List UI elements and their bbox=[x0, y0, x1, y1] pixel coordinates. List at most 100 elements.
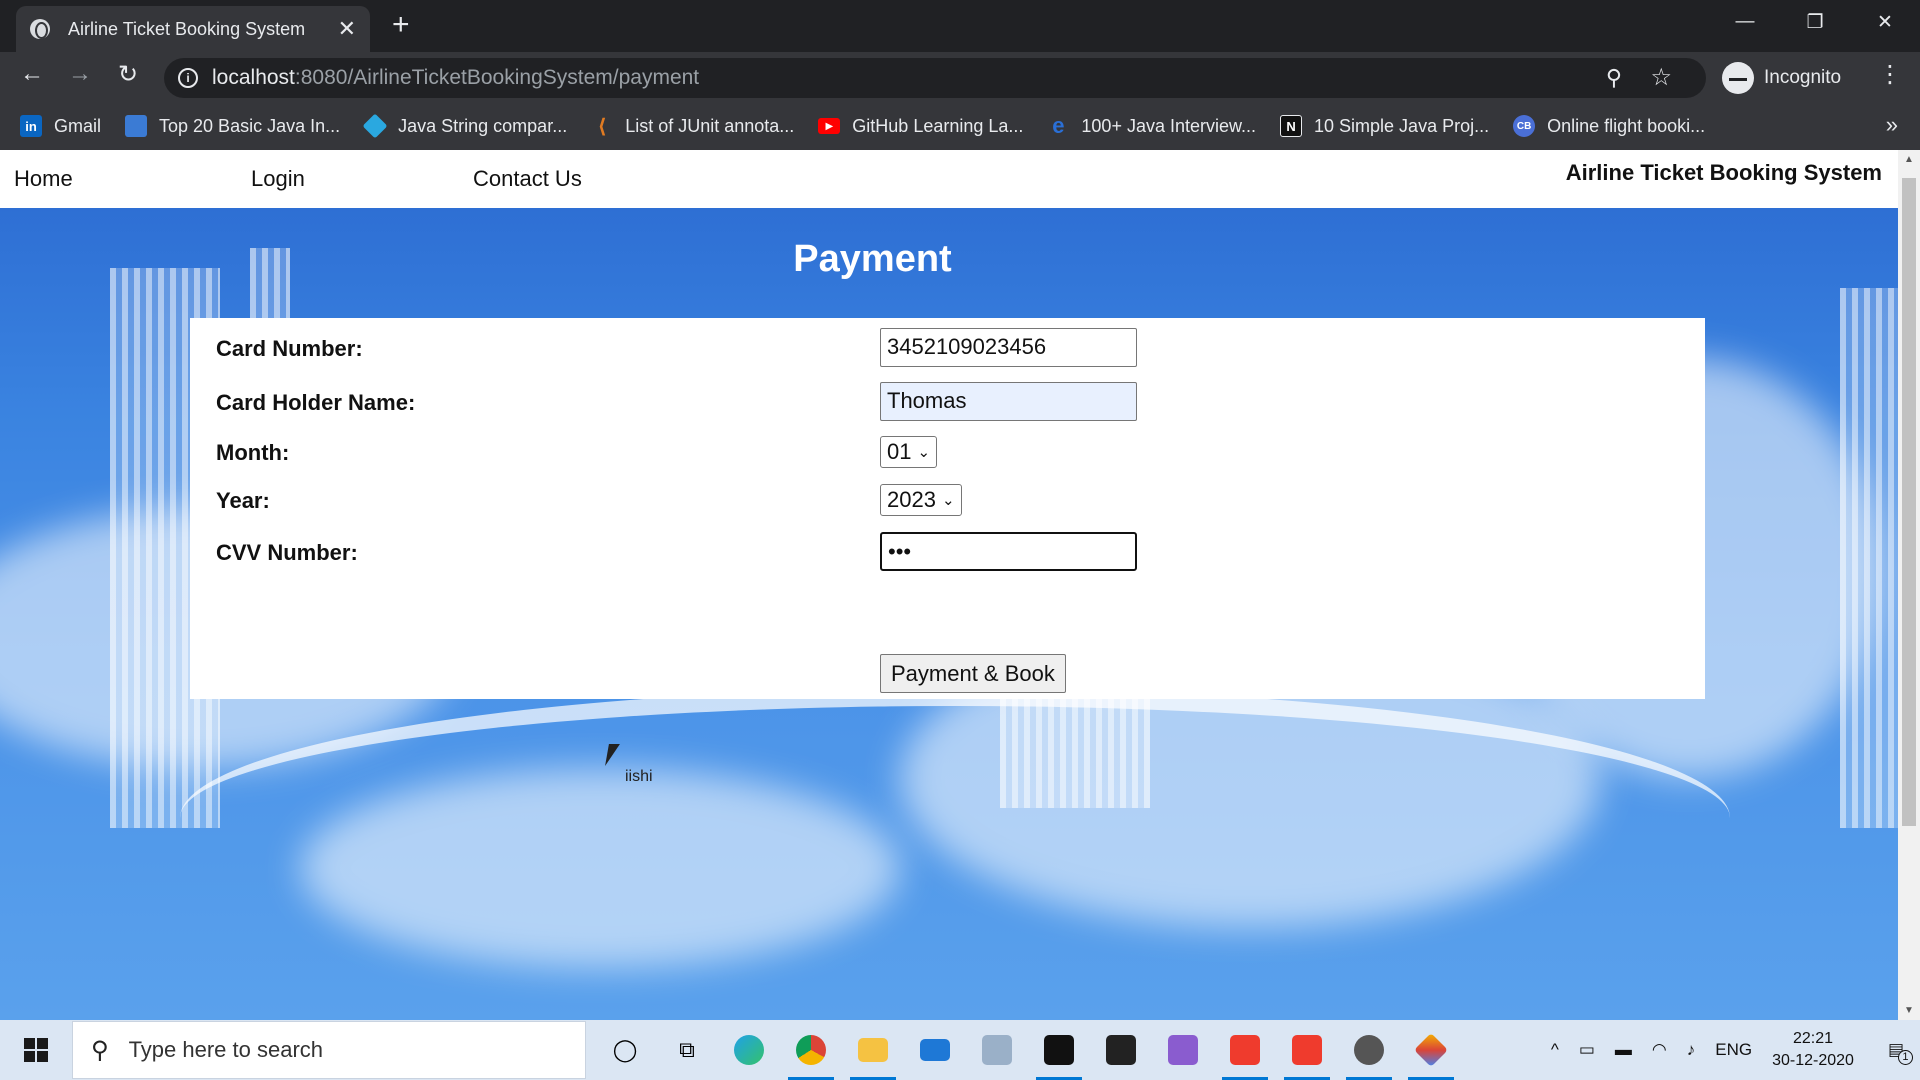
incognito-profile[interactable]: Incognito bbox=[1722, 58, 1841, 98]
chevron-down-icon: ⌄ bbox=[917, 444, 931, 461]
volume-icon[interactable]: ♪ bbox=[1687, 1040, 1696, 1060]
bookmark-github-learning[interactable]: ▶ GitHub Learning La... bbox=[818, 116, 1023, 137]
tools-icon[interactable] bbox=[966, 1020, 1028, 1080]
n-icon: N bbox=[1280, 115, 1303, 137]
file-explorer-icon[interactable] bbox=[842, 1020, 904, 1080]
scroll-down-icon[interactable]: ▼ bbox=[1904, 1005, 1914, 1016]
feather-icon: ⟨ bbox=[597, 115, 607, 138]
bookmarks-overflow-icon[interactable]: » bbox=[1886, 112, 1898, 138]
cvv-label: CVV Number: bbox=[216, 540, 358, 565]
zoom-icon[interactable]: ⚲ bbox=[1606, 65, 1622, 91]
notification-badge: 1 bbox=[1897, 1050, 1913, 1065]
anydesk-icon-2[interactable] bbox=[1276, 1020, 1338, 1080]
nav-contact-link[interactable]: Contact Us bbox=[473, 166, 582, 192]
minimize-button[interactable]: — bbox=[1710, 0, 1780, 44]
nav-home-link[interactable]: Home bbox=[14, 166, 73, 192]
new-tab-button[interactable]: + bbox=[392, 8, 410, 42]
browser-tab[interactable]: Airline Ticket Booking System ✕ bbox=[16, 6, 370, 52]
bookmark-flight-booking[interactable]: CB Online flight booki... bbox=[1513, 115, 1705, 137]
edge-icon[interactable] bbox=[718, 1020, 780, 1080]
anydesk-icon[interactable] bbox=[1214, 1020, 1276, 1080]
bookmark-junit[interactable]: ⟨ List of JUnit annota... bbox=[591, 115, 795, 138]
chevron-up-icon[interactable]: ^ bbox=[1551, 1040, 1559, 1060]
background-image: Payment Card Number: 3452109023456 Card … bbox=[0, 208, 1898, 1020]
card-number-label: Card Number: bbox=[216, 336, 363, 361]
site-brand: Airline Ticket Booking System bbox=[1565, 160, 1882, 185]
card-holder-label: Card Holder Name: bbox=[216, 390, 416, 415]
clock-time: 22:21 bbox=[1792, 1030, 1834, 1047]
search-icon: ⚲ bbox=[91, 1036, 109, 1064]
taskbar-search[interactable]: ⚲ Type here to search bbox=[72, 1021, 586, 1079]
cvv-input[interactable]: ••• bbox=[880, 532, 1137, 571]
bookmark-label: List of JUnit annota... bbox=[625, 115, 795, 136]
battery-icon[interactable]: ▬ bbox=[1615, 1040, 1632, 1060]
year-select[interactable]: 2023 ⌄ bbox=[880, 484, 962, 516]
git-icon[interactable] bbox=[1400, 1020, 1462, 1080]
site-info-icon[interactable]: i bbox=[178, 68, 198, 88]
intellij-icon[interactable] bbox=[1028, 1020, 1090, 1080]
forward-icon[interactable]: → bbox=[64, 60, 96, 88]
url-text[interactable]: localhost:8080/AirlineTicketBookingSyste… bbox=[212, 66, 699, 90]
year-label: Year: bbox=[216, 488, 270, 513]
card-number-input[interactable]: 3452109023456 bbox=[880, 328, 1137, 367]
chrome-icon[interactable] bbox=[780, 1020, 842, 1080]
bookmark-java-interview[interactable]: e 100+ Java Interview... bbox=[1047, 113, 1257, 138]
windows-taskbar: ⚲ Type here to search ◯ ⧉ ^ ▭ ▬ ◠ ♪ ENG … bbox=[0, 1020, 1920, 1080]
start-button[interactable] bbox=[0, 1020, 72, 1080]
browser-menu-icon[interactable]: ⋮ bbox=[1878, 60, 1902, 89]
browser-tab-strip: Airline Ticket Booking System ✕ + — ❐ ✕ bbox=[0, 0, 1920, 52]
month-label: Month: bbox=[216, 440, 290, 465]
reload-icon[interactable]: ↻ bbox=[112, 60, 144, 89]
language-indicator[interactable]: ENG bbox=[1715, 1040, 1752, 1060]
bookmark-gmail[interactable]: in Gmail bbox=[20, 115, 101, 137]
card-holder-input[interactable]: Thomas bbox=[880, 382, 1137, 421]
bookmarks-bar: in Gmail Top 20 Basic Java In... Java Str… bbox=[0, 102, 1920, 150]
page-icon bbox=[125, 115, 148, 137]
meet-icon[interactable]: ▭ bbox=[1579, 1040, 1595, 1060]
e-icon: e bbox=[1052, 113, 1065, 138]
visual-studio-icon[interactable] bbox=[1152, 1020, 1214, 1080]
browser-toolbar: ← → ↻ i localhost:8080/AirlineTicketBook… bbox=[0, 52, 1920, 102]
nav-login-link[interactable]: Login bbox=[251, 166, 305, 192]
clock-date: 30-12-2020 bbox=[1772, 1052, 1854, 1069]
bookmark-java-questions[interactable]: Top 20 Basic Java In... bbox=[125, 115, 340, 137]
month-select[interactable]: 01 ⌄ bbox=[880, 436, 938, 468]
cortana-icon[interactable]: ◯ bbox=[594, 1020, 656, 1080]
url-path: :8080/AirlineTicketBookingSystem/payment bbox=[294, 66, 700, 89]
incognito-label: Incognito bbox=[1764, 67, 1842, 88]
gear-app-icon[interactable] bbox=[1338, 1020, 1400, 1080]
close-tab-icon[interactable]: ✕ bbox=[338, 16, 356, 42]
incognito-icon bbox=[1722, 62, 1754, 94]
bookmark-label: Top 20 Basic Java In... bbox=[159, 115, 341, 136]
bookmark-label: 100+ Java Interview... bbox=[1081, 115, 1257, 136]
overlay-text: iishi bbox=[625, 768, 653, 785]
url-host: localhost bbox=[212, 66, 295, 89]
bookmark-label: Gmail bbox=[54, 115, 102, 136]
linkedin-icon: in bbox=[20, 115, 42, 137]
bookmark-star-icon[interactable]: ☆ bbox=[1650, 63, 1672, 92]
chevron-down-icon: ⌄ bbox=[941, 492, 955, 509]
bookmark-label: Java String compar... bbox=[398, 115, 568, 136]
close-window-button[interactable]: ✕ bbox=[1850, 0, 1920, 44]
task-view-icon[interactable]: ⧉ bbox=[656, 1020, 718, 1080]
bookmark-java-string[interactable]: Java String compar... bbox=[362, 113, 568, 139]
address-bar[interactable]: i localhost:8080/AirlineTicketBookingSys… bbox=[164, 58, 1706, 98]
restore-button[interactable]: ❐ bbox=[1780, 0, 1850, 44]
store-icon[interactable] bbox=[1090, 1020, 1152, 1080]
back-icon[interactable]: ← bbox=[16, 60, 48, 88]
taskbar-clock[interactable]: 22:21 30-12-2020 bbox=[1772, 1028, 1854, 1072]
wifi-icon[interactable]: ◠ bbox=[1652, 1040, 1667, 1060]
mail-icon[interactable] bbox=[904, 1020, 966, 1080]
scroll-up-icon[interactable]: ▲ bbox=[1904, 154, 1914, 165]
page-scrollbar[interactable]: ▲ ▼ bbox=[1898, 150, 1920, 1020]
bookmark-java-projects[interactable]: N 10 Simple Java Proj... bbox=[1280, 115, 1489, 137]
notification-icon[interactable]: ▤ 1 bbox=[1888, 1040, 1913, 1065]
cb-icon: CB bbox=[1513, 115, 1536, 137]
site-navbar: Home Login Contact Us Airline Ticket Boo… bbox=[0, 150, 1898, 208]
page-viewport: Home Login Contact Us Airline Ticket Boo… bbox=[0, 150, 1920, 1020]
scrollbar-thumb[interactable] bbox=[1902, 178, 1916, 826]
youtube-icon: ▶ bbox=[818, 118, 841, 134]
windows-logo-icon bbox=[24, 1038, 48, 1062]
year-value: 2023 bbox=[887, 487, 936, 512]
payment-book-button[interactable]: Payment & Book bbox=[880, 654, 1066, 693]
